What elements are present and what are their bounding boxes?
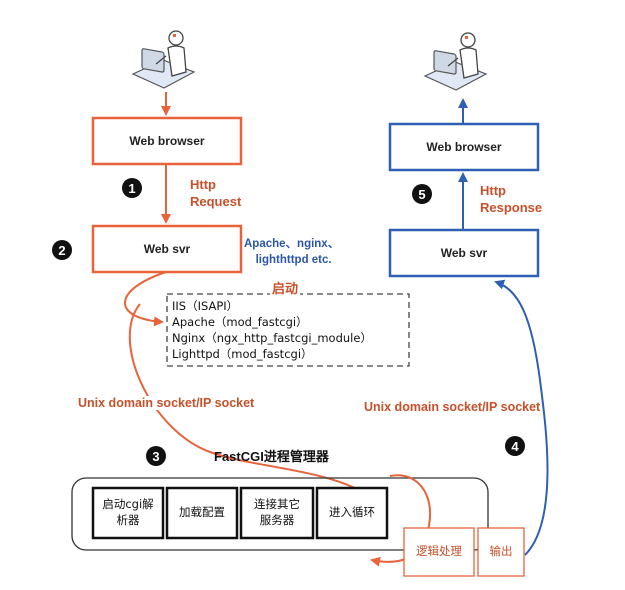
step-number: 4 <box>505 436 525 456</box>
socket-right-label: Unix domain socket/IP socket <box>364 400 541 414</box>
process-step-label: 连接其它 服务器 <box>254 497 300 527</box>
module-item: Apache（mod_fastcgi） <box>172 315 308 329</box>
http-response-label: Http Response <box>480 183 543 215</box>
user-at-computer-icon <box>423 32 488 91</box>
module-item: IIS（ISAPI） <box>172 299 239 313</box>
startup-label: 启动 <box>270 278 301 297</box>
module-item: Lighttpd（mod_fastcgi） <box>172 347 313 361</box>
http-request-label: Http Request <box>190 177 242 209</box>
step-number: 5 <box>412 184 432 204</box>
step-number: 2 <box>52 240 72 260</box>
manager-title: FastCGI进程管理器 <box>214 449 329 464</box>
step-number: 3 <box>146 446 166 466</box>
output-label: 输出 <box>489 544 513 559</box>
process-step-label: 加载配置 <box>179 505 225 520</box>
step-number: 1 <box>122 178 142 198</box>
process-step-label: 进入循环 <box>329 505 375 520</box>
left-server-label: Web svr <box>143 242 191 256</box>
socket-left-label: Unix domain socket/IP socket <box>78 396 255 410</box>
logic-label: 逻辑处理 <box>416 544 462 559</box>
process-step-label: 启动cgi解 析器 <box>102 497 154 527</box>
arrow-output-to-server <box>494 279 549 556</box>
right-browser-label: Web browser <box>426 140 502 154</box>
left-browser-label: Web browser <box>129 134 205 148</box>
right-server-label: Web svr <box>440 246 488 260</box>
fastcgi-diagram: Web browser Web svr Web browser Web svr … <box>0 0 625 590</box>
module-item: Nginx（ngx_http_fastcgi_module） <box>172 331 372 345</box>
server-examples-label: Apache、nginx、 lighthttpd etc. <box>244 238 340 266</box>
arrow-server-to-modules <box>124 271 167 327</box>
user-at-computer-icon <box>131 30 196 89</box>
